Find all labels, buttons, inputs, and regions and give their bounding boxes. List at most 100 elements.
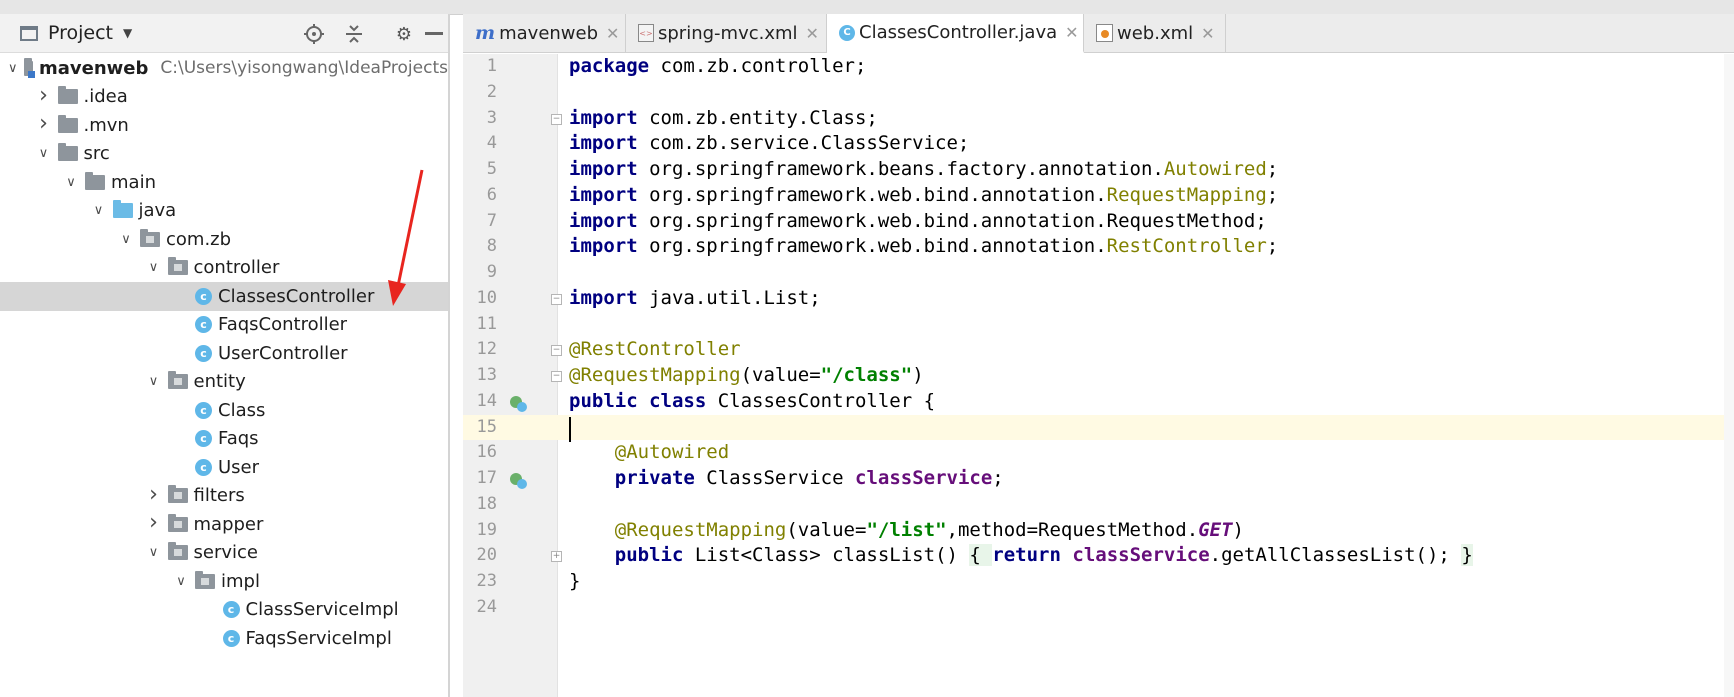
locate-target-icon[interactable] (302, 22, 326, 46)
code-line[interactable]: 12 − @RestController (463, 337, 1734, 363)
folder-icon (85, 171, 105, 190)
tree-item-impl[interactable]: impl (0, 567, 448, 596)
chevron-down-icon[interactable] (146, 545, 162, 560)
tree-item-faqsserviceimpl[interactable]: c FaqsServiceImpl (0, 624, 448, 653)
chevron-down-icon[interactable] (8, 61, 18, 76)
code-token: import (569, 209, 638, 232)
code-line[interactable]: 8 import org.springframework.web.bind.ann… (463, 234, 1734, 260)
code-line[interactable]: 16 @Autowired (463, 440, 1734, 466)
chevron-right-icon[interactable] (146, 487, 162, 505)
chevron-down-icon[interactable] (146, 260, 162, 275)
bean-class-icon[interactable] (509, 395, 527, 413)
code-line[interactable]: 2 (463, 80, 1734, 106)
code-line[interactable]: 18 (463, 492, 1734, 518)
code-line[interactable]: 3 − import com.zb.entity.Class; (463, 106, 1734, 132)
tab-classescontroller-java[interactable]: C ClassesController.java ✕ (827, 14, 1084, 53)
package-icon (167, 542, 188, 561)
code-token: @RequestMapping (569, 364, 741, 386)
code-text: import org.springframework.beans.factory… (569, 157, 1278, 183)
code-line[interactable]: 17 private ClassService classService; (463, 466, 1734, 492)
tab-spring-mvc-xml[interactable]: <> spring-mvc.xml ✕ (626, 14, 827, 52)
code-line[interactable]: 7 import org.springframework.web.bind.ann… (463, 209, 1734, 235)
fold-expand-icon[interactable]: + (551, 551, 562, 563)
code-line[interactable]: 9 (463, 260, 1734, 286)
code-line[interactable]: 15 (463, 414, 1734, 442)
tree-item-entity[interactable]: entity (0, 368, 448, 397)
dropdown-arrow-icon[interactable]: ▼ (123, 26, 132, 40)
code-area[interactable]: 1 package com.zb.controller; 2 3− import com… (463, 54, 1734, 697)
tree-item-user[interactable]: c User (0, 453, 448, 482)
close-icon[interactable]: ✕ (806, 24, 819, 43)
fold-collapse-icon[interactable]: − (551, 293, 562, 305)
chevron-down-icon[interactable] (173, 574, 189, 589)
code-text: private ClassService classService; (569, 466, 1004, 492)
code-line[interactable]: 24 (463, 595, 1734, 621)
close-icon[interactable]: ✕ (1201, 24, 1214, 43)
code-token: ,method=RequestMethod. (946, 518, 1199, 541)
code-line[interactable]: 23} (463, 569, 1734, 595)
code-line[interactable]: 10 − import java.util.List; (463, 286, 1734, 312)
close-icon[interactable]: ✕ (606, 24, 619, 43)
hide-panel-icon[interactable] (422, 22, 446, 46)
project-path: C:\Users\yisongwang\IdeaProjects (160, 58, 448, 79)
code-token: ; (1266, 183, 1279, 206)
tree-item-label: com.zb (166, 228, 232, 250)
tree-item-faqs[interactable]: c Faqs (0, 425, 448, 454)
tree-item-usercontroller[interactable]: c UserController (0, 339, 448, 368)
class-icon: c (195, 316, 212, 334)
tree-item-idea[interactable]: .idea (0, 83, 448, 112)
code-token: ClassesController { (706, 389, 936, 412)
code-line[interactable]: 1 package com.zb.controller; (463, 54, 1734, 80)
chevron-down-icon[interactable] (146, 374, 162, 389)
tree-item-faqscontroller[interactable]: c FaqsController (0, 311, 448, 340)
tree-item-classserviceimpl[interactable]: c ClassServiceImpl (0, 596, 448, 625)
tree-item-mapper[interactable]: mapper (0, 510, 448, 539)
fold-collapse-icon[interactable]: − (551, 113, 562, 125)
close-icon[interactable]: ✕ (1065, 23, 1078, 42)
code-token: ; (1266, 158, 1279, 180)
code-text: import com.zb.service.ClassService; (569, 131, 969, 157)
tree-item-mvn[interactable]: .mvn (0, 111, 448, 140)
code-line[interactable]: 13 − @RequestMapping(value="/class") (463, 363, 1734, 389)
tree-item-class[interactable]: c Class (0, 396, 448, 425)
chevron-right-icon[interactable] (36, 116, 52, 134)
code-line[interactable]: 14 public class ClassesController { (463, 389, 1734, 415)
autowired-icon[interactable] (509, 472, 527, 490)
code-line[interactable]: 20 + public List<Class> classList() { ret… (463, 543, 1734, 569)
package-icon (167, 371, 188, 390)
tree-item-src[interactable]: src (0, 140, 448, 169)
chevron-down-icon[interactable] (63, 175, 79, 190)
tab-web-xml[interactable]: web.xml ✕ (1084, 14, 1226, 52)
project-panel-title: Project (48, 22, 114, 44)
fold-collapse-icon[interactable]: − (551, 345, 562, 357)
folder-icon (57, 143, 78, 162)
tree-item-filters[interactable]: filters (0, 482, 448, 511)
class-icon: c (195, 401, 212, 419)
tab-label: web.xml (1117, 22, 1194, 44)
tree-item-label: mapper (193, 513, 264, 535)
project-view-selector[interactable]: Project ▼ (20, 22, 132, 44)
tree-item-service[interactable]: service (0, 539, 448, 568)
code-line[interactable]: 5 import org.springframework.beans.factor… (463, 157, 1734, 183)
tab-mavenweb[interactable]: m mavenweb ✕ (463, 14, 626, 52)
chevron-right-icon[interactable] (146, 515, 162, 533)
code-line[interactable]: 4 import com.zb.service.ClassService; (463, 131, 1734, 157)
chevron-down-icon[interactable] (36, 146, 52, 161)
code-token: classService (1072, 544, 1210, 567)
vertical-scrollbar[interactable] (1724, 54, 1734, 697)
tree-item-mavenweb[interactable]: mavenweb C:\Users\yisongwang\IdeaProjects (0, 54, 448, 83)
code-line[interactable]: 19 @RequestMapping(value="/list",method=… (463, 518, 1734, 544)
chevron-right-icon[interactable] (36, 88, 52, 106)
chevron-down-icon[interactable] (91, 203, 107, 218)
collapse-all-icon[interactable] (342, 22, 366, 46)
code-line[interactable]: 6 import org.springframework.web.bind.ann… (463, 183, 1734, 209)
code-token: import (569, 106, 638, 129)
code-token: private (614, 467, 695, 489)
code-token: GET (1198, 518, 1233, 541)
chevron-down-icon[interactable] (118, 232, 134, 247)
code-line[interactable]: 11 (463, 312, 1734, 338)
code-token: @Autowired (614, 441, 730, 464)
fold-collapse-icon[interactable]: − (551, 371, 562, 382)
gear-icon[interactable]: ⚙ (392, 22, 416, 46)
